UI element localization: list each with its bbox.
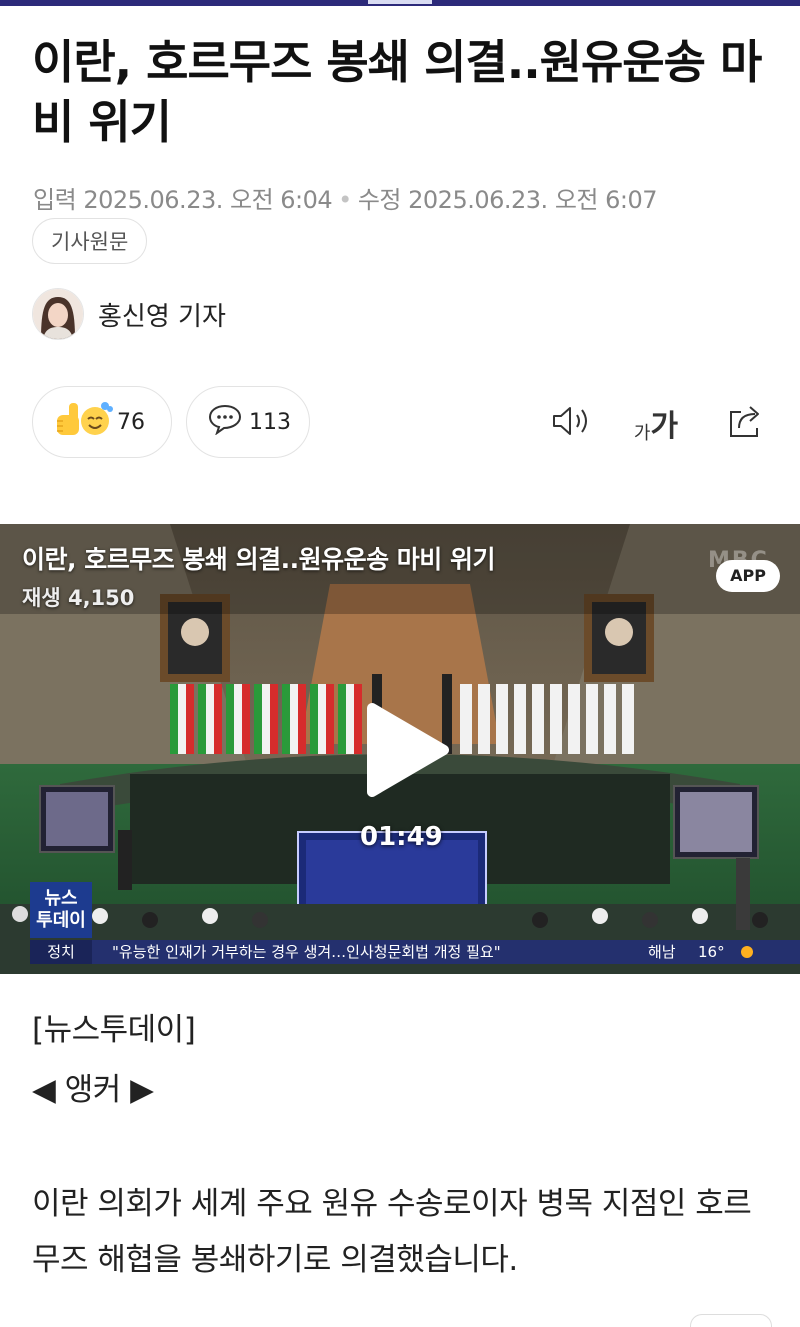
edit-label: 수정 bbox=[357, 186, 402, 214]
reaction-button[interactable]: 76 bbox=[32, 386, 172, 458]
input-time: 2025.06.23. 오전 6:04 bbox=[83, 186, 333, 214]
author-info[interactable]: 홍신영 기자 bbox=[32, 288, 226, 340]
video-play-count: 재생 4,150 bbox=[22, 586, 135, 610]
comment-count: 113 bbox=[249, 409, 291, 435]
floating-button-edge[interactable] bbox=[690, 1314, 772, 1327]
speaker-button[interactable] bbox=[548, 400, 594, 446]
video-title: 이란, 호르무즈 봉쇄 의결..원유운송 마비 위기 bbox=[22, 545, 496, 574]
font-size-small-label: 가 bbox=[633, 423, 651, 444]
ticker-temp: 16° bbox=[698, 943, 725, 961]
article-meta: 입력 2025.06.23. 오전 6:04 • 수정 2025.06.23. 오전… bbox=[33, 180, 657, 215]
article-paragraph: 이란 의회가 세계 주요 원유 수송로이자 병목 지점인 호르무즈 해협을 봉쇄… bbox=[32, 1186, 752, 1278]
program-logo: 뉴스 투데이 bbox=[30, 882, 92, 938]
share-icon bbox=[725, 402, 765, 444]
font-size-button[interactable]: 가가 bbox=[628, 400, 684, 446]
reaction-count: 76 bbox=[117, 409, 145, 435]
input-label: 입력 bbox=[33, 186, 77, 214]
ticker-text: "유능한 인재가 거부하는 경우 생겨…인사청문회법 개정 필요" bbox=[112, 943, 501, 961]
program-label: [뉴스투데이] bbox=[32, 1012, 196, 1048]
comment-icon bbox=[207, 403, 243, 441]
edit-time: 2025.06.23. 오전 6:07 bbox=[408, 186, 657, 214]
share-button[interactable] bbox=[722, 400, 768, 446]
video-duration: 01:49 bbox=[360, 822, 443, 852]
meta-separator: • bbox=[338, 186, 352, 214]
app-badge[interactable]: APP bbox=[716, 560, 780, 592]
comment-button[interactable]: 113 bbox=[186, 386, 310, 458]
program-logo-line1: 뉴스 bbox=[44, 888, 78, 909]
font-size-large-label: 가 bbox=[650, 409, 679, 444]
anchor-label: ◀ 앵커 ▶ bbox=[32, 1072, 154, 1108]
author-avatar bbox=[32, 288, 84, 340]
ticker-category: 정치 bbox=[30, 940, 92, 964]
top-accent-bar bbox=[0, 0, 800, 6]
news-ticker: 정치 "유능한 인재가 거부하는 경우 생겨…인사청문회법 개정 필요" 해남 1… bbox=[30, 940, 800, 964]
hug-emoji-icon bbox=[77, 399, 113, 445]
original-article-button[interactable]: 기사원문 bbox=[32, 218, 148, 264]
program-logo-line2: 투데이 bbox=[36, 910, 86, 931]
speaker-icon bbox=[550, 403, 592, 443]
author-name: 홍신영 기자 bbox=[98, 301, 226, 332]
ticker-region: 해남 bbox=[648, 943, 676, 961]
article-title: 이란, 호르무즈 봉쇄 의결..원유운송 마비 위기 bbox=[32, 35, 762, 149]
font-size-icon: 가가 bbox=[634, 401, 678, 445]
play-icon bbox=[360, 703, 454, 806]
sun-icon bbox=[738, 943, 756, 968]
play-button[interactable] bbox=[360, 698, 454, 806]
